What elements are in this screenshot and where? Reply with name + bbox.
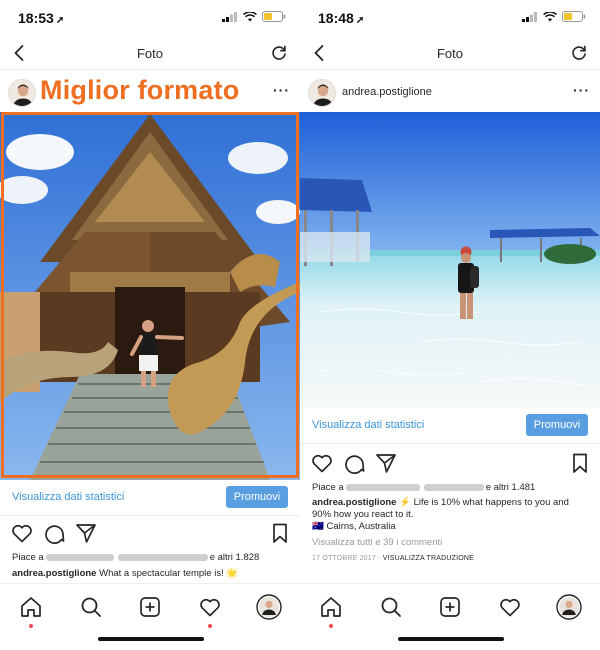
bottom-tab-bar <box>0 583 300 629</box>
blurred-username <box>345 483 420 491</box>
add-icon[interactable] <box>137 594 163 620</box>
wifi-icon <box>243 11 257 21</box>
left-phone-screen: 18:53 ➚ Foto Miglior formato ··· Visuali… <box>0 0 300 650</box>
post-date: 17 OTTOBRE 2017 <box>312 555 376 562</box>
share-icon[interactable] <box>74 521 98 545</box>
comment-icon[interactable] <box>42 521 66 545</box>
home-icon[interactable] <box>318 594 344 620</box>
page-title: Foto <box>136 46 163 61</box>
system-icons <box>522 11 586 22</box>
status-bar: 18:53 ➚ <box>0 0 300 34</box>
add-icon[interactable] <box>437 594 463 620</box>
post-actions <box>0 518 300 548</box>
notification-dot <box>208 624 212 628</box>
more-icon[interactable]: ··· <box>273 82 290 98</box>
view-stats-link[interactable]: Visualizza dati statistici <box>12 491 124 503</box>
battery-icon <box>562 11 586 22</box>
bottom-tab-bar <box>300 583 600 629</box>
stats-bar: Visualizza dati statistici Promuovi <box>300 410 600 444</box>
avatar[interactable] <box>308 79 336 107</box>
post-meta: 17 OTTOBRE 2017 · VISUALIZZA TRADUZIONE <box>312 555 474 562</box>
blurred-username <box>117 553 208 561</box>
right-phone-screen: 18:48 ➚ Foto andrea.postiglione ··· Visu… <box>300 0 600 650</box>
activity-icon[interactable] <box>197 594 223 620</box>
post-photo <box>0 112 300 480</box>
caption-username[interactable]: andrea.postiglione <box>12 568 96 579</box>
blurred-username <box>423 483 484 491</box>
likes-count[interactable]: e altri 1.828 <box>210 552 260 563</box>
share-icon[interactable] <box>374 451 398 475</box>
caption-text: ⚡ Life is 10% what happens to you and <box>399 497 569 508</box>
bookmark-icon[interactable] <box>568 451 592 475</box>
stats-bar: Visualizza dati statistici Promuovi <box>0 482 300 516</box>
refresh-icon[interactable] <box>270 44 288 62</box>
signal-icon <box>522 11 537 22</box>
location-arrow-icon: ➚ <box>355 15 365 26</box>
heart-icon[interactable] <box>310 451 334 475</box>
home-indicator <box>98 637 204 641</box>
home-indicator <box>398 637 504 641</box>
status-time: 18:48 ➚ <box>318 10 365 26</box>
profile-icon[interactable] <box>256 594 282 620</box>
status-bar: 18:48 ➚ <box>300 0 600 34</box>
overlay-label: Miglior formato <box>40 75 240 105</box>
avatar[interactable] <box>8 79 36 107</box>
top-nav-bar: Foto <box>300 36 600 70</box>
post-header: andrea.postiglione ··· <box>300 76 600 110</box>
likes-prefix: Piace a <box>12 552 44 563</box>
heart-icon[interactable] <box>10 521 34 545</box>
profile-icon[interactable] <box>556 594 582 620</box>
promote-button[interactable]: Promuovi <box>226 486 288 508</box>
likes-line: Piace a e altri 1.828 <box>12 552 259 564</box>
likes-prefix: Piace a <box>312 482 344 493</box>
caption-text: What a spectacular temple is! 🌟 <box>99 568 239 579</box>
status-time: 18:53 ➚ <box>18 10 65 26</box>
search-icon[interactable] <box>78 594 104 620</box>
location-tag[interactable]: 🇦🇺 Cairns, Australia <box>312 521 396 533</box>
post-username[interactable]: andrea.postiglione <box>342 86 432 98</box>
see-translation-link[interactable]: VISUALIZZA TRADUZIONE <box>383 555 474 562</box>
more-icon[interactable]: ··· <box>573 82 590 98</box>
search-icon[interactable] <box>378 594 404 620</box>
post-actions <box>300 448 600 478</box>
view-stats-link[interactable]: Visualizza dati statistici <box>312 419 424 431</box>
blurred-username <box>45 553 114 561</box>
notification-dot <box>29 624 33 628</box>
post-header: Miglior formato ··· <box>0 75 300 110</box>
page-title: Foto <box>436 46 463 61</box>
system-icons <box>222 11 286 22</box>
caption: andrea.postiglione ⚡ Life is 10% what ha… <box>312 497 569 509</box>
location-arrow-icon: ➚ <box>55 15 65 26</box>
likes-count[interactable]: e altri 1.481 <box>486 482 536 493</box>
bookmark-icon[interactable] <box>268 521 292 545</box>
refresh-icon[interactable] <box>570 44 588 62</box>
wifi-icon <box>543 11 557 21</box>
view-comments-link[interactable]: Visualizza tutti e 39 i commenti <box>312 537 442 549</box>
post-photo <box>300 112 600 408</box>
caption-username[interactable]: andrea.postiglione <box>312 497 396 508</box>
likes-line: Piace a e altri 1.481 <box>312 482 535 494</box>
notification-dot <box>329 624 333 628</box>
promote-button[interactable]: Promuovi <box>526 414 588 436</box>
comment-icon[interactable] <box>342 451 366 475</box>
caption-continued: 90% how you react to it. <box>312 509 414 520</box>
home-icon[interactable] <box>18 594 44 620</box>
caption: andrea.postiglione What a spectacular te… <box>12 568 238 580</box>
signal-icon <box>222 11 237 22</box>
battery-icon <box>262 11 286 22</box>
top-nav-bar: Foto <box>0 36 300 70</box>
activity-icon[interactable] <box>497 594 523 620</box>
